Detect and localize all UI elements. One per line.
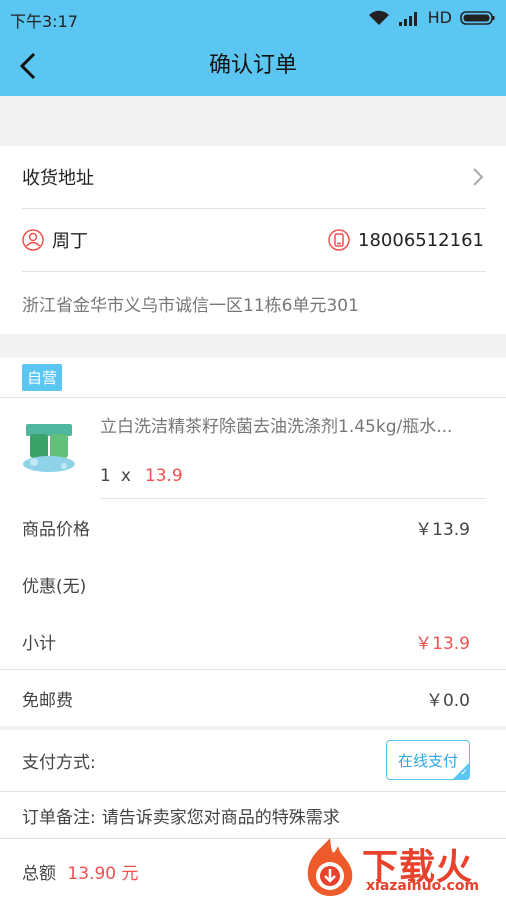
shop-row: 自营 bbox=[0, 358, 506, 398]
phone-number: 18006512161 bbox=[358, 229, 484, 251]
summary-label: 小计 bbox=[22, 633, 56, 654]
watermark-url: xiazaihuo.com bbox=[366, 878, 480, 894]
summary-label: 商品价格 bbox=[22, 519, 90, 540]
product-qty: 1 bbox=[100, 466, 111, 486]
order-section: 自营 立白洗洁精茶籽除菌去油洗涤剂1.45kg/瓶水... 1 x 13.9 商… bbox=[0, 358, 506, 726]
person-icon bbox=[22, 229, 44, 251]
recipient-name: 周丁 bbox=[52, 231, 88, 252]
product-row[interactable]: 立白洗洁精茶籽除菌去油洗涤剂1.45kg/瓶水... 1 x 13.9 bbox=[0, 398, 506, 498]
nav-bar: 确认订单 bbox=[0, 36, 506, 96]
network-label: HD bbox=[427, 8, 452, 27]
address-detail: 浙江省金华市义乌市诚信一区11栋6单元301 bbox=[22, 295, 359, 316]
remark-input[interactable]: 请告诉卖家您对商品的特殊需求 bbox=[102, 803, 340, 828]
summary-label: 免邮费 bbox=[22, 690, 73, 711]
product-qty-price: 1 x 13.9 bbox=[100, 466, 183, 486]
remark-label: 订单备注: bbox=[22, 807, 96, 828]
summary-value: ￥0.0 bbox=[425, 690, 470, 711]
total-value: 13.90 元 bbox=[67, 864, 139, 884]
page-title: 确认订单 bbox=[208, 53, 297, 78]
contact-row: 周丁 18006512161 bbox=[0, 209, 506, 271]
remark-row[interactable]: 订单备注: 请告诉卖家您对商品的特殊需求 bbox=[0, 792, 506, 838]
product-title: 立白洗洁精茶籽除菌去油洗涤剂1.45kg/瓶水... bbox=[100, 417, 453, 437]
phone: 18006512161 bbox=[328, 229, 484, 251]
status-icons: HD bbox=[368, 8, 496, 27]
address-header-row[interactable]: 收货地址 bbox=[0, 146, 506, 208]
self-operated-badge: 自营 bbox=[22, 364, 63, 391]
status-time: 下午3:17 bbox=[10, 12, 78, 31]
recipient: 周丁 bbox=[22, 227, 88, 253]
battery-icon bbox=[460, 10, 495, 25]
address-header: 收货地址 bbox=[22, 168, 94, 189]
product-image bbox=[20, 420, 78, 476]
address-detail-row: 浙江省金华市义乌市诚信一区11栋6单元301 bbox=[0, 272, 506, 334]
product-times: x bbox=[120, 466, 131, 486]
summary-row-shipping: 免邮费 ￥0.0 bbox=[0, 670, 506, 726]
status-bar: 下午3:17 HD bbox=[0, 0, 506, 36]
watermark: 下载火 xiazaihuo.com bbox=[300, 836, 500, 898]
summary-label: 优惠(无) bbox=[22, 576, 87, 597]
wifi-icon bbox=[368, 10, 389, 25]
summary-row-price: 商品价格 ￥13.9 bbox=[0, 499, 506, 555]
flame-logo-icon bbox=[307, 838, 353, 896]
order-total: 总额 13.90 元 bbox=[22, 859, 138, 884]
product-thumbnail-icon bbox=[20, 420, 78, 476]
payment-method: 在线支付 bbox=[397, 751, 458, 770]
summary-value: ￥13.9 bbox=[415, 633, 470, 654]
summary-row-subtotal: 小计 ￥13.9 bbox=[0, 613, 506, 669]
summary-row-discount: 优惠(无) bbox=[0, 556, 506, 612]
check-icon: ✓ bbox=[460, 768, 468, 778]
address-section: 收货地址 周丁 18006512161 浙江省金华市义乌市诚信一区11栋6单元3… bbox=[0, 146, 506, 334]
summary-value: ￥13.9 bbox=[415, 519, 470, 540]
payment-section: 支付方式: 在线支付 ✓ 订单备注: 请告诉卖家您对商品的特殊需求 bbox=[0, 730, 506, 838]
chevron-right-icon bbox=[473, 168, 484, 186]
product-price: 13.9 bbox=[144, 466, 183, 486]
phone-icon bbox=[328, 229, 350, 251]
signal-icon bbox=[398, 11, 417, 26]
payment-label: 支付方式: bbox=[22, 753, 96, 773]
online-payment-button[interactable]: 在线支付 ✓ bbox=[386, 740, 470, 780]
total-label: 总额 bbox=[22, 864, 56, 884]
payment-row: 支付方式: 在线支付 ✓ bbox=[0, 730, 506, 792]
